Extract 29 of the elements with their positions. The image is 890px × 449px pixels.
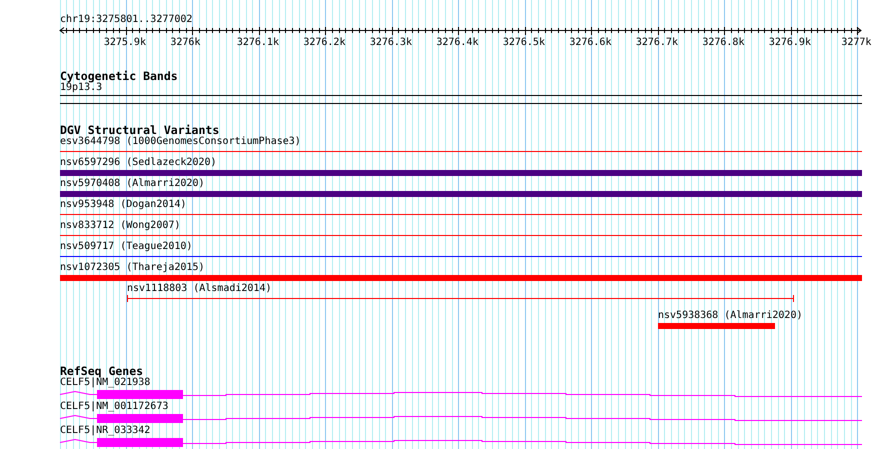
gene-label: CELF5|NR_033342 [60, 425, 150, 436]
gene-label: CELF5|NM_021938 [60, 377, 150, 388]
ruler-tick-label: 3277k [841, 37, 872, 48]
variant-label: esv3644798 (1000GenomesConsortiumPhase3) [60, 136, 301, 148]
variant-label: nsv953948 (Dogan2014) [60, 199, 186, 211]
ruler-tick-label: 3276.1k [236, 37, 279, 48]
variant-label: nsv5938368 (Almarri2020) [658, 310, 802, 322]
variant-label: nsv5970408 (Almarri2020) [60, 178, 204, 190]
ruler-tick-label: 3276.9k [768, 37, 811, 48]
ruler-tick-label: 3276.5k [502, 37, 545, 48]
variant-label: nsv1118803 (Alsmadi2014) [127, 283, 272, 295]
position-label: chr19:3275801..3277002 [60, 14, 192, 26]
ruler-tick-label: 3276.4k [436, 37, 478, 48]
variant-label: nsv509717 (Teague2010) [60, 241, 192, 253]
band-label: 19p13.3 [60, 82, 102, 94]
variant-label: nsv6597296 (Sedlazeck2020) [60, 157, 217, 169]
variant-label: nsv1072305 (Thareja2015) [60, 262, 204, 274]
track-title: Cytogenetic Bands [60, 70, 178, 82]
ruler-tick-label: 3276.8k [702, 37, 744, 48]
track-title: RefSeq Genes [60, 365, 144, 377]
variant-label: nsv833712 (Wong2007) [60, 220, 180, 232]
ruler-tick-label: 3276k [170, 37, 200, 48]
ruler-tick-label: 3276.2k [303, 37, 346, 48]
ruler-tick-label: 3275.9k [104, 37, 146, 48]
ruler-tick-label: 3276.6k [569, 37, 612, 48]
ruler-tick-label: 3276.7k [636, 37, 678, 48]
gene-label: CELF5|NM_001172673 [60, 401, 168, 412]
track-title: DGV Structural Variants [60, 124, 220, 136]
ruler-tick-label: 3276.3k [370, 37, 412, 48]
